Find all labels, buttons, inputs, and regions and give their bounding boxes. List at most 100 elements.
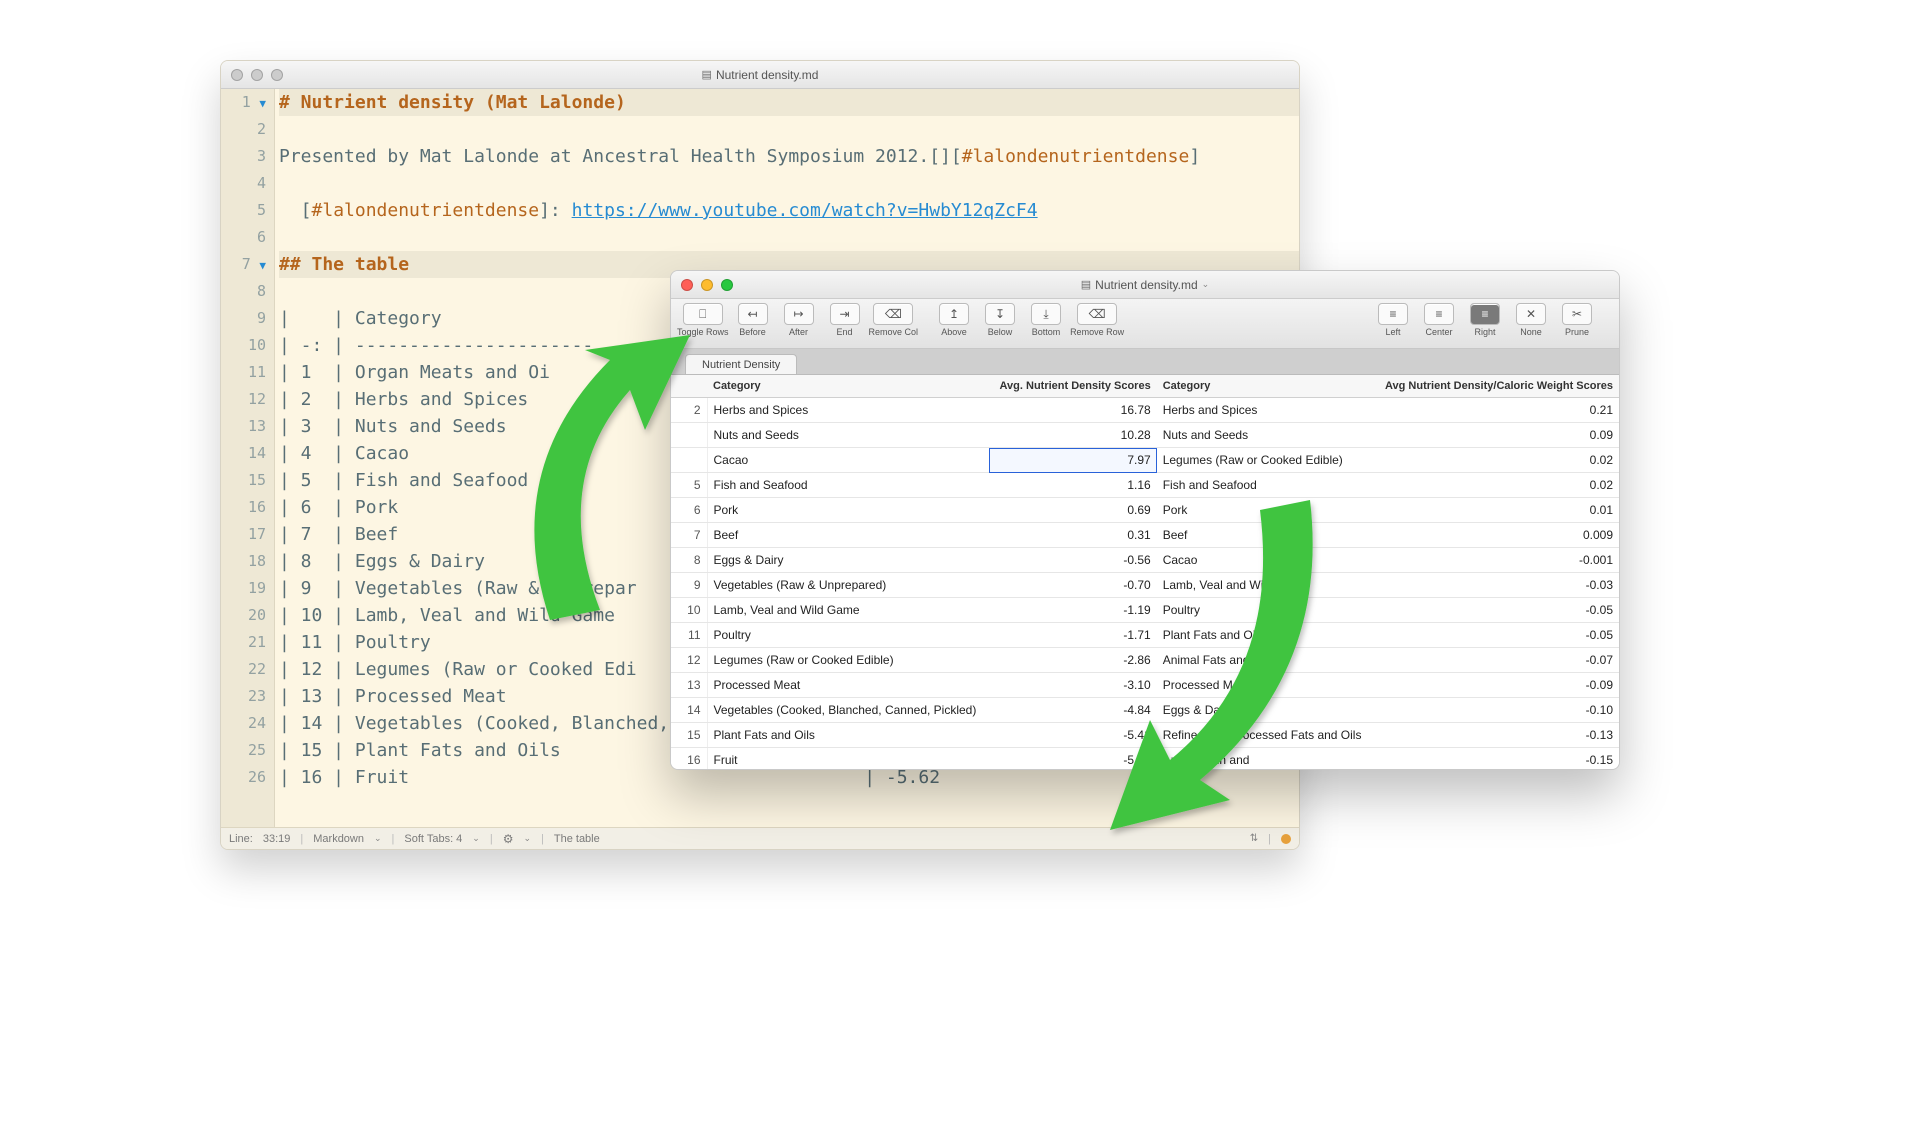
cell-category-2[interactable]: Fish and Seafood — [1157, 473, 1373, 498]
row-index[interactable]: 12 — [671, 648, 707, 673]
code-line[interactable]: | 10 | Lamb, Veal and Wild Game — [279, 605, 615, 626]
row-index[interactable]: 16 — [671, 748, 707, 770]
cell-category-2[interactable]: Animal Fats and Oils — [1157, 648, 1373, 673]
cell-score-2[interactable]: -0.07 — [1373, 648, 1619, 673]
dropdown-icon[interactable]: ⌄ — [374, 833, 382, 844]
tab-bar[interactable]: Nutrient Density — [671, 349, 1619, 375]
center-button[interactable]: ≡Center — [1417, 303, 1461, 337]
code-line[interactable]: | 13 | Processed Meat — [279, 686, 507, 707]
table-row[interactable]: 5Fish and Seafood1.16Fish and Seafood0.0… — [671, 473, 1619, 498]
cell-score[interactable]: 1.16 — [989, 473, 1156, 498]
cell-category-2[interactable]: Lamb, Veal and Wild Game — [1157, 573, 1373, 598]
none-button[interactable]: ✕None — [1509, 303, 1553, 337]
cell-category[interactable]: Vegetables (Cooked, Blanched, Canned, Pi… — [707, 698, 989, 723]
cell-category[interactable]: Cacao — [707, 448, 989, 473]
table-row[interactable]: 14Vegetables (Cooked, Blanched, Canned, … — [671, 698, 1619, 723]
row-index[interactable] — [671, 423, 707, 448]
col-category-1[interactable]: Category — [707, 375, 989, 398]
remove-row-button[interactable]: ⌫Remove Row — [1070, 303, 1124, 337]
code-line[interactable]: | 9 | Vegetables (Raw & Unprepar — [279, 578, 637, 599]
table-grid[interactable]: Category Avg. Nutrient Density Scores Ca… — [671, 375, 1619, 769]
before-button[interactable]: ↤Before — [731, 303, 775, 337]
code-line[interactable]: | 3 | Nuts and Seeds — [279, 416, 507, 437]
line-number[interactable]: 21 — [221, 629, 266, 656]
table-row[interactable]: 2Herbs and Spices16.78Herbs and Spices0.… — [671, 398, 1619, 423]
cell-score[interactable]: 16.78 — [989, 398, 1156, 423]
cell-category-2[interactable]: Herbs and Spices — [1157, 398, 1373, 423]
table-titlebar[interactable]: ▤ Nutrient density.md ⌄ — [671, 271, 1619, 299]
cell-score[interactable]: 0.31 — [989, 523, 1156, 548]
cell-score[interactable]: 0.69 — [989, 498, 1156, 523]
cell-category-2[interactable]: Poultry — [1157, 598, 1373, 623]
col-score-2[interactable]: Avg Nutrient Density/Caloric Weight Scor… — [1373, 375, 1619, 398]
after-button[interactable]: ↦After — [777, 303, 821, 337]
table-row[interactable]: 13Processed Meat-3.10Processed Meat-0.09 — [671, 673, 1619, 698]
code-line[interactable]: | 5 | Fish and Seafood — [279, 470, 528, 491]
line-number[interactable]: 2 — [221, 116, 266, 143]
line-number[interactable]: 15 — [221, 467, 266, 494]
table-row[interactable]: 16Fruit-5.62Animal Skin and-0.15 — [671, 748, 1619, 770]
line-number[interactable]: 26 — [221, 764, 266, 791]
line-number[interactable]: 9 — [221, 305, 266, 332]
row-index[interactable]: 14 — [671, 698, 707, 723]
cell-category-2[interactable]: Plant Fats and Oils — [1157, 623, 1373, 648]
line-number[interactable]: 11 — [221, 359, 266, 386]
line-number[interactable]: 24 — [221, 710, 266, 737]
table-row[interactable]: 9Vegetables (Raw & Unprepared)-0.70Lamb,… — [671, 573, 1619, 598]
line-number[interactable]: 20 — [221, 602, 266, 629]
editor-titlebar[interactable]: ▤ Nutrient density.md — [221, 61, 1299, 89]
cell-score[interactable]: -1.19 — [989, 598, 1156, 623]
cell-score-2[interactable]: -0.05 — [1373, 598, 1619, 623]
cell-score-2[interactable]: 0.01 — [1373, 498, 1619, 523]
cell-category[interactable]: Plant Fats and Oils — [707, 723, 989, 748]
cell-score-2[interactable]: -0.13 — [1373, 723, 1619, 748]
code-line[interactable]: Presented by Mat Lalonde at Ancestral He… — [279, 146, 1200, 167]
row-index[interactable]: 10 — [671, 598, 707, 623]
line-number[interactable]: 7 ▼ — [221, 251, 266, 278]
line-number[interactable]: 17 — [221, 521, 266, 548]
col-category-2[interactable]: Category — [1157, 375, 1373, 398]
row-index[interactable]: 9 — [671, 573, 707, 598]
updown-icon[interactable]: ⇅ — [1250, 833, 1258, 844]
dropdown-icon[interactable]: ⌄ — [523, 833, 531, 844]
table-row[interactable]: 6Pork0.69Pork0.01 — [671, 498, 1619, 523]
cell-score[interactable]: 10.28 — [989, 423, 1156, 448]
cell-category[interactable]: Eggs & Dairy — [707, 548, 989, 573]
end-button[interactable]: ⇥End — [823, 303, 867, 337]
cell-score-2[interactable]: -0.09 — [1373, 673, 1619, 698]
cell-category-2[interactable]: Legumes (Raw or Cooked Edible) — [1157, 448, 1373, 473]
soft-tabs-selector[interactable]: Soft Tabs: 4 — [404, 833, 462, 845]
code-line[interactable]: | 2 | Herbs and Spices — [279, 389, 528, 410]
row-index[interactable]: 11 — [671, 623, 707, 648]
code-line[interactable]: | 7 | Beef — [279, 524, 398, 545]
line-number[interactable]: 6 — [221, 224, 266, 251]
cell-score-2[interactable]: 0.02 — [1373, 473, 1619, 498]
toggle-rows-button[interactable]: ⎕Toggle Rows — [677, 303, 729, 337]
symbol-navigator[interactable]: The table — [554, 833, 600, 845]
cell-score[interactable]: -4.84 — [989, 698, 1156, 723]
row-index[interactable]: 7 — [671, 523, 707, 548]
cell-score-2[interactable]: 0.009 — [1373, 523, 1619, 548]
line-gutter[interactable]: 1 ▼234567 ▼89101112131415161718192021222… — [221, 89, 275, 827]
table-row[interactable]: Nuts and Seeds10.28Nuts and Seeds0.09 — [671, 423, 1619, 448]
table-row[interactable]: 7Beef0.31Beef0.009 — [671, 523, 1619, 548]
line-number[interactable]: 14 — [221, 440, 266, 467]
cell-score[interactable]: -3.10 — [989, 673, 1156, 698]
cell-category[interactable]: Processed Meat — [707, 673, 989, 698]
line-number[interactable]: 13 — [221, 413, 266, 440]
cell-score[interactable]: 7.97 — [989, 448, 1156, 473]
cell-category-2[interactable]: Beef — [1157, 523, 1373, 548]
dropdown-icon[interactable]: ⌄ — [472, 833, 480, 844]
line-number[interactable]: 5 — [221, 197, 266, 224]
left-button[interactable]: ≡Left — [1371, 303, 1415, 337]
cell-category-2[interactable]: Cacao — [1157, 548, 1373, 573]
cell-score-2[interactable]: 0.21 — [1373, 398, 1619, 423]
row-index[interactable]: 13 — [671, 673, 707, 698]
line-number[interactable]: 22 — [221, 656, 266, 683]
table-row[interactable]: 12Legumes (Raw or Cooked Edible)-2.86Ani… — [671, 648, 1619, 673]
code-line[interactable]: | 1 | Organ Meats and Oi — [279, 362, 550, 383]
line-number[interactable]: 23 — [221, 683, 266, 710]
right-button[interactable]: ≡Right — [1463, 303, 1507, 337]
below-button[interactable]: ↧Below — [978, 303, 1022, 337]
line-number[interactable]: 1 ▼ — [221, 89, 266, 116]
